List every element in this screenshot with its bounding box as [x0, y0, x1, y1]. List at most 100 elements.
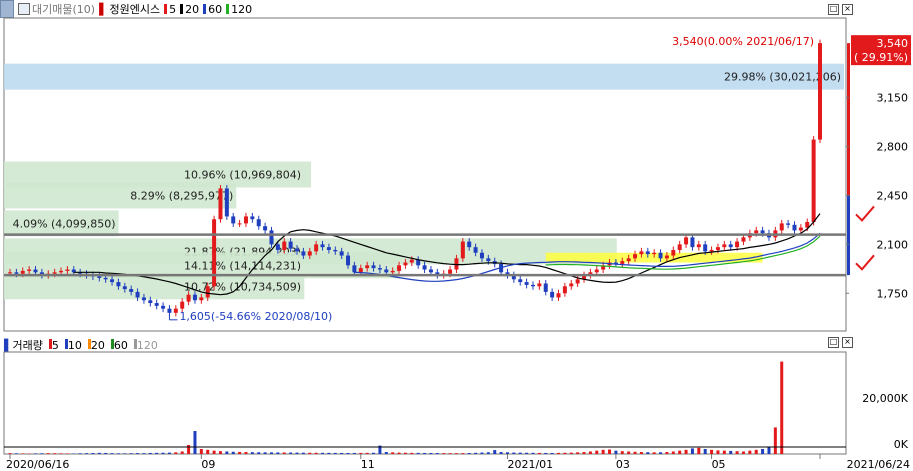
volume-bar: [588, 451, 592, 454]
vol-ma-legend-120[interactable]: 120: [133, 338, 158, 352]
ma-lines: [73, 213, 821, 296]
volume-bar: [308, 452, 312, 454]
volume-bar: [65, 453, 69, 454]
candle: [358, 268, 363, 273]
ma-swatch-icon: [203, 4, 207, 14]
ma-legend-5[interactable]: 5: [164, 3, 176, 16]
vol-ma-legend-5[interactable]: 5: [48, 338, 59, 352]
x-tick-label: 11: [361, 458, 375, 471]
volume-bar: [346, 452, 350, 454]
volume-bar: [365, 452, 369, 454]
candle: [390, 270, 395, 273]
volume-bar: [665, 452, 669, 454]
volume-bar: [218, 451, 222, 454]
volume-bar: [333, 452, 337, 454]
candle: [696, 244, 701, 248]
volume-bar: [729, 450, 733, 454]
volume-bar: [301, 452, 305, 454]
candle: [218, 188, 223, 220]
candle: [346, 255, 351, 266]
volume-tick-label: 0K: [894, 438, 909, 451]
volume-bar: [493, 450, 497, 454]
volume-profile-label: 4.09% (4,099,850): [13, 217, 116, 230]
candle: [467, 241, 472, 248]
volume-bar: [46, 453, 50, 454]
close-icon[interactable]: ×: [842, 4, 853, 15]
last-price-box: [851, 35, 911, 66]
market-label[interactable]: 대기매물(10): [18, 1, 95, 17]
vol-ma-legend-20[interactable]: 20: [87, 338, 105, 352]
high-annotation: 3,540(0.00% 2021/06/17): [672, 35, 814, 48]
ma-legend-120[interactable]: 120: [226, 3, 252, 16]
candle: [186, 294, 191, 302]
volume-bar: [206, 449, 210, 454]
volume-bar: [499, 452, 503, 454]
candle: [524, 282, 529, 285]
maximize-icon[interactable]: □: [828, 337, 839, 348]
vol-ma-legend-10[interactable]: 10: [64, 338, 82, 352]
volume-bar: [289, 452, 293, 454]
volume-bar: [652, 452, 656, 454]
ma-swatch-icon: [226, 4, 230, 14]
candle: [479, 252, 484, 259]
volume-bar: [423, 452, 427, 454]
candle: [154, 303, 159, 306]
candle: [409, 259, 414, 263]
candle: [416, 259, 421, 266]
y-tick-label: 2,450: [877, 189, 909, 202]
candle: [20, 270, 25, 274]
volume-bar: [754, 449, 758, 454]
volume-bar: [697, 447, 701, 454]
volume-title[interactable]: ▌거래량: [4, 337, 43, 353]
volume-profile-label: 14.11% (14,114,231): [184, 259, 301, 272]
candle: [747, 233, 752, 238]
candle: [365, 265, 370, 269]
volume-bar: [238, 451, 242, 454]
volume-bar: [563, 452, 567, 454]
ma20-line: [73, 213, 821, 296]
candle: [52, 272, 57, 274]
x-tick-label: 2021/01: [507, 458, 553, 471]
candle: [575, 279, 580, 284]
stock-name-button[interactable]: ▌ 정원엔시스: [99, 1, 160, 17]
candle: [39, 272, 44, 276]
volume-bar: [678, 450, 682, 454]
volume-bar: [659, 452, 663, 454]
chart-settings-icon[interactable]: [0, 0, 14, 18]
candle: [339, 251, 344, 256]
ma-legend-60[interactable]: 60: [203, 3, 222, 16]
candle: [243, 216, 248, 224]
candle: [562, 286, 567, 294]
volume-bar: [129, 453, 133, 454]
candle: [518, 279, 523, 283]
maximize-icon[interactable]: □: [828, 4, 839, 15]
candle: [71, 269, 76, 273]
candle: [728, 244, 733, 248]
candle: [422, 265, 427, 270]
close-icon[interactable]: ×: [842, 337, 853, 348]
candle: [110, 279, 115, 283]
candle: [167, 308, 172, 313]
highlight-zone: [545, 252, 763, 263]
volume-bar: [212, 450, 216, 454]
candle: [397, 265, 402, 271]
candle: [543, 283, 548, 292]
candle: [352, 265, 357, 273]
volume-bar: [85, 453, 89, 454]
candle: [122, 286, 127, 290]
volume-bar: [378, 445, 382, 454]
vol-ma-legend-60[interactable]: 60: [110, 338, 128, 352]
highlight-zone-rect: [545, 252, 763, 263]
candle: [256, 219, 261, 227]
candle: [582, 275, 587, 280]
checkmark-icon: [855, 254, 875, 271]
candle: [626, 258, 631, 262]
candle: [8, 272, 12, 274]
volume-bar: [327, 452, 331, 454]
candle: [537, 283, 542, 287]
volume-bar: [595, 450, 599, 454]
candle: [320, 244, 325, 248]
candle: [180, 301, 185, 309]
ma-legend-20[interactable]: 20: [180, 3, 199, 16]
candle: [530, 284, 535, 287]
